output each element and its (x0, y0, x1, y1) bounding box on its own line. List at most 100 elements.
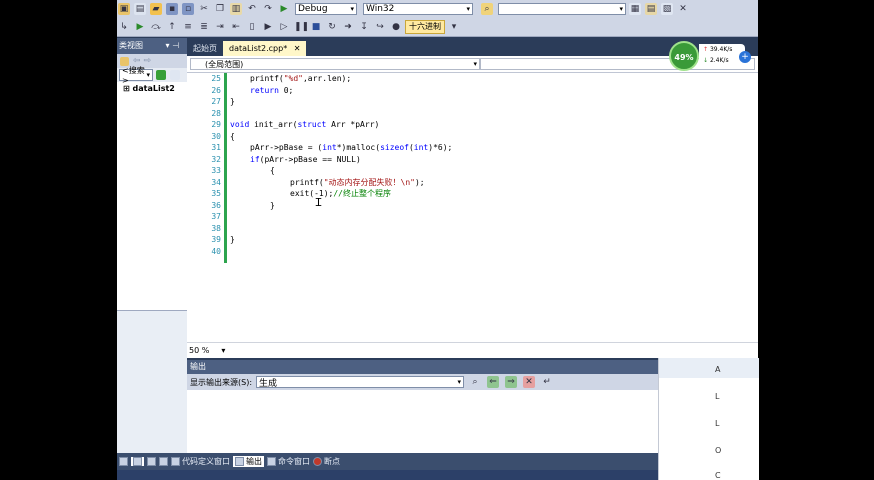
code-text: void init_arr(struct Arr *pArr) (230, 119, 379, 130)
restart-icon[interactable]: ↻ (326, 21, 338, 33)
solution-explorer-tab-icon[interactable] (119, 457, 128, 466)
save-icon[interactable]: ▪ (166, 3, 178, 15)
chevron-down-icon[interactable]: ▾ (221, 346, 225, 355)
class-view-panel: 类视图 ▾ ⊣ ✕ ⇦ ⇨ <搜索> ▾ ⊞ dataList2 (117, 38, 187, 453)
class-view-header: 类视图 ▾ ⊣ ✕ (117, 38, 187, 66)
cut-icon[interactable]: ✂ (198, 3, 210, 15)
keyword-token: int (322, 143, 337, 152)
keyword-token: sizeof (380, 143, 409, 152)
output-source-dropdown[interactable]: 生成 ▾ (256, 376, 465, 389)
outdent-icon[interactable]: ⇤ (230, 21, 242, 33)
tab-code-definition[interactable]: 代码定义窗口 (171, 456, 230, 467)
search-go-icon[interactable] (156, 70, 166, 80)
save-all-icon[interactable]: ▫ (182, 3, 194, 15)
step-over-icon[interactable]: ⤼ (150, 21, 162, 33)
scope-dropdown[interactable]: (全局范围) ▾ (190, 58, 480, 70)
add-item-icon[interactable]: ▤ (134, 3, 146, 15)
clear-search-icon[interactable] (170, 70, 180, 80)
paste-icon[interactable]: ▥ (230, 3, 242, 15)
uncomment-icon[interactable]: ≣ (198, 21, 210, 33)
redo-icon[interactable]: ↷ (262, 3, 274, 15)
bookmark-icon[interactable]: ▯ (246, 21, 258, 33)
clear-all-icon[interactable]: ✕ (523, 376, 536, 388)
code-text: pArr->pBase = (int*)malloc(sizeof(int)*6… (250, 142, 452, 153)
run-to-cursor-icon[interactable]: ▷ (278, 21, 290, 33)
output-title: 输出 (190, 362, 206, 371)
copy-icon[interactable]: ❐ (214, 3, 226, 15)
word-wrap-icon[interactable]: ↵ (541, 376, 553, 388)
chevron-down-icon: ▾ (466, 5, 470, 13)
start-debug-icon[interactable]: ▶ (278, 3, 290, 15)
toolbox-icon[interactable]: ▧ (661, 3, 673, 15)
add-icon[interactable]: + (739, 51, 751, 63)
close-tab-icon[interactable]: ✕ (294, 44, 301, 53)
platform-dropdown[interactable]: Win32 ▾ (363, 3, 473, 15)
code-area[interactable]: 25 printf("%d",arr.len); 26 return 0; 27} 28 2… (187, 73, 758, 341)
line-number: 25 (211, 74, 221, 83)
tab-code-definition-label: 代码定义窗口 (182, 457, 230, 466)
class-view-tab-icon[interactable] (131, 457, 144, 466)
line-number: 29 (211, 120, 221, 129)
new-project-icon[interactable]: ▣ (118, 3, 130, 15)
solution-explorer-icon[interactable]: ▦ (629, 3, 641, 15)
code-token: 0; (278, 85, 294, 95)
close-icon[interactable]: ✕ (677, 3, 689, 15)
chevron-down-icon: ▾ (350, 5, 354, 13)
code-token: pArr->pBase = ( (250, 143, 323, 152)
step-out-icon[interactable]: ↑ (166, 21, 178, 33)
tab-command-window[interactable]: 命令窗口 (267, 456, 310, 467)
debug-toolbar: ↳ ▶ ⤼ ↑ ≡ ≣ ⇥ ⇤ ▯ ▶ ▷ ❚❚ ■ ↻ ➜ ↧ ↪ ● 十六进… (117, 18, 758, 37)
solution-config-dropdown[interactable]: Debug ▾ (295, 3, 357, 15)
code-token: printf( (290, 177, 324, 187)
output-icon (235, 457, 244, 466)
hex-display-button[interactable]: 十六进制 (405, 20, 445, 34)
property-manager-tab-icon[interactable] (147, 457, 156, 466)
toolbar-overflow-icon[interactable]: ▾ (448, 21, 460, 33)
find-message-icon[interactable]: ⌕ (469, 376, 481, 388)
tab-datalist2-cpp[interactable]: dataList2.cpp* ✕ (223, 41, 307, 56)
properties-icon[interactable]: ▤ (645, 3, 657, 15)
code-text: exit(-1);//终止整个程序 (290, 188, 391, 199)
show-next-statement-icon[interactable]: ➜ (342, 21, 354, 33)
text-cursor-icon: Ｉ (313, 196, 324, 209)
code-token: } (230, 235, 235, 244)
line-number: 31 (211, 143, 221, 152)
zoom-level[interactable]: 50 % (189, 346, 209, 355)
step-into-icon[interactable]: ↳ (118, 21, 130, 33)
step-over-2-icon[interactable]: ↪ (374, 21, 386, 33)
keyword-token: void (230, 120, 250, 129)
code-token: { (270, 166, 275, 175)
continue-icon[interactable]: ▶ (134, 21, 146, 33)
tab-start-page[interactable]: 起始页 (187, 41, 223, 56)
prev-message-icon[interactable]: ⇐ (487, 376, 500, 388)
pause-icon[interactable]: ❚❚ (294, 21, 309, 33)
team-explorer-tab-icon[interactable] (159, 457, 168, 466)
line-number: 34 (211, 177, 221, 187)
open-folder-icon[interactable]: ▰ (150, 3, 162, 15)
standard-toolbar: ▣ ▤ ▰ ▪ ▫ ✂ ❐ ▥ ↶ ↷ ▶ Debug ▾ Win32 ▾ ⌕ … (117, 0, 758, 19)
tab-command-window-label: 命令窗口 (278, 457, 310, 466)
network-speed-widget[interactable]: 49% ↑ 39.4K/s ↓ 2.4K/s + (669, 41, 757, 73)
upload-arrow-icon: ↑ (703, 46, 709, 53)
comment-icon[interactable]: ≡ (182, 21, 194, 33)
download-arrow-icon: ↓ (703, 57, 709, 64)
code-text: { (230, 131, 235, 142)
find-in-files-icon[interactable]: ⌕ (481, 3, 493, 15)
indent-icon[interactable]: ⇥ (214, 21, 226, 33)
breakpoints-icon[interactable]: ● (390, 21, 402, 33)
run-icon[interactable]: ▶ (262, 21, 274, 33)
command-window-icon (267, 457, 276, 466)
code-text: } (230, 96, 235, 107)
class-view-search-dropdown[interactable]: <搜索> ▾ (119, 66, 153, 85)
undo-icon[interactable]: ↶ (246, 3, 258, 15)
code-text: { (270, 165, 275, 176)
tab-breakpoints[interactable]: 断点 (313, 456, 340, 467)
tab-output[interactable]: 输出 (233, 456, 264, 467)
stop-icon[interactable]: ■ (310, 21, 322, 33)
find-dropdown[interactable]: ▾ (498, 3, 626, 15)
code-token: printf( (250, 74, 284, 83)
next-message-icon[interactable]: ⇒ (505, 376, 518, 388)
code-token: )*6); (428, 143, 453, 152)
step-into-2-icon[interactable]: ↧ (358, 21, 370, 33)
code-token: { (230, 131, 235, 141)
